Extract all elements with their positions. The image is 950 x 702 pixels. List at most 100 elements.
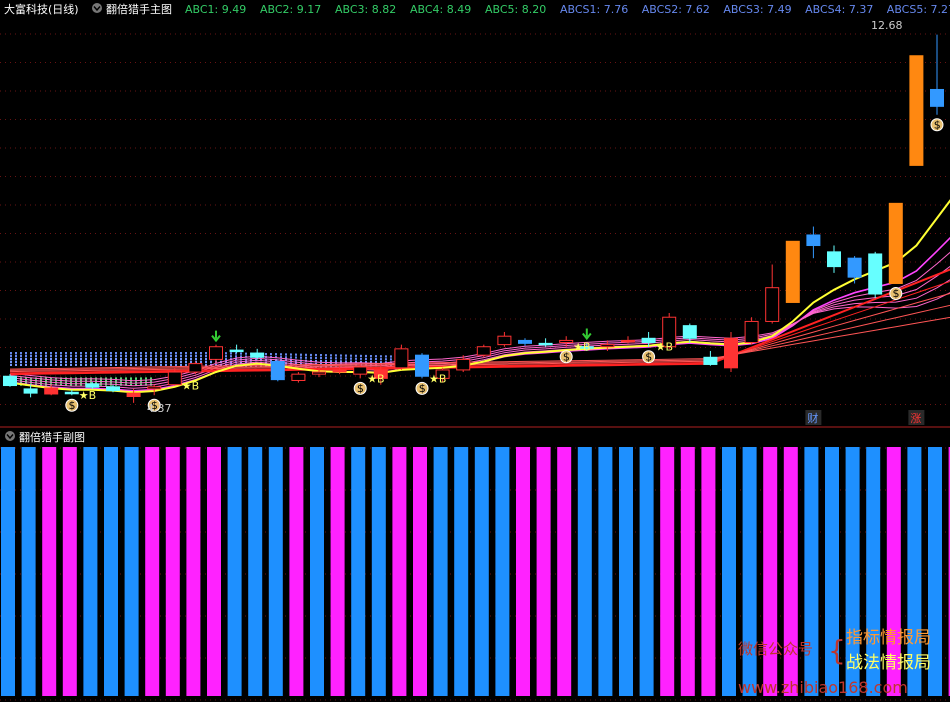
sub-bar: [680, 447, 695, 696]
candle-body: [682, 325, 697, 339]
watermark-url: www.zhibiao168.com: [738, 678, 908, 697]
watermark-brace: {: [828, 634, 846, 667]
indicator-title: 翻倍猎手主图: [106, 2, 172, 16]
sub-bar: [454, 447, 469, 696]
readout-6: ABCS2: 7.62: [642, 3, 710, 16]
sub-bar: [227, 447, 242, 696]
candle-body: [930, 88, 944, 107]
candle-body: [3, 375, 17, 387]
tag-label: 涨: [910, 412, 921, 425]
tag-label: 财: [807, 411, 818, 425]
candle-body: [270, 361, 285, 381]
candle-body: [456, 358, 471, 371]
candle-body: [476, 346, 491, 356]
sub-bar: [619, 447, 633, 696]
candle-body: [641, 337, 656, 344]
candle-body: [85, 383, 100, 388]
buy-signal-label: ★B: [573, 341, 590, 354]
sub-bar: [42, 447, 57, 696]
candle-body: [909, 55, 924, 166]
candle-body: [147, 386, 162, 390]
dollar-sign: $: [69, 399, 76, 412]
candle-body: [23, 388, 38, 394]
red-ma-line: [9, 280, 950, 374]
readout-9: ABCS5: 7.27: [887, 3, 950, 16]
ma-fan-lines: [9, 199, 950, 394]
sub-bar: [516, 447, 530, 696]
dollar-sign: $: [934, 118, 941, 131]
sub-bar: [722, 447, 736, 696]
sub-bar: [310, 447, 324, 696]
sub-bar: [660, 447, 675, 696]
sub-bar: [207, 447, 221, 696]
readout-7: ABCS3: 7.49: [723, 3, 791, 16]
dollar-sign: $: [563, 350, 570, 363]
dollar-sign: $: [893, 287, 900, 300]
buy-signal-label: ★B: [182, 380, 199, 393]
buy-signal-label: ★B: [79, 389, 96, 402]
candle-body: [353, 366, 368, 375]
candle-body: [538, 342, 553, 346]
candle-body: [559, 339, 574, 344]
candle-body: [44, 387, 59, 395]
candle-body: [167, 371, 182, 386]
sub-bar: [433, 447, 448, 696]
sub-bar: [577, 447, 592, 696]
candle-body: [744, 320, 759, 344]
sub-bar: [268, 447, 283, 696]
high-price-label: 12.68: [871, 19, 903, 32]
candle-body: [497, 335, 512, 346]
sub-bar: [1, 447, 15, 696]
readout-8: ABCS4: 7.37: [805, 3, 873, 16]
stock-name: 大富科技(日线): [4, 2, 79, 16]
sub-bar: [248, 447, 263, 696]
sub-bar: [145, 447, 160, 696]
sub-bar: [639, 447, 654, 696]
sub-bar: [330, 447, 345, 696]
candle-body: [394, 348, 409, 369]
sub-bar: [351, 447, 366, 696]
candle-body: [64, 391, 79, 395]
candle-body: [847, 257, 862, 278]
sub-bar: [474, 447, 489, 696]
sub-bar: [186, 447, 201, 696]
bottom-tags: 财涨榜: [805, 410, 925, 425]
sub-bars: [1, 447, 950, 696]
dollar-sign: $: [357, 382, 364, 395]
sub-bar: [21, 447, 36, 696]
sub-bar: [495, 447, 510, 696]
collapse-icon-sub[interactable]: [5, 431, 15, 441]
sub-bar: [804, 447, 819, 696]
readout-5: ABCS1: 7.76: [560, 3, 628, 16]
candle-body: [724, 337, 738, 369]
candle-body: [600, 344, 615, 348]
dollar-sign: $: [645, 350, 652, 363]
candle-body: [312, 371, 326, 375]
sub-bar: [413, 447, 427, 696]
sub-bar: [392, 447, 407, 696]
readout-4: ABC5: 8.20: [485, 3, 546, 16]
readout-3: ABC4: 8.49: [410, 3, 471, 16]
readout-2: ABC3: 8.82: [335, 3, 396, 16]
green-arrow-icon: [211, 330, 221, 343]
low-price-label: 4.37: [147, 402, 172, 415]
candle-body: [806, 234, 821, 247]
sub-bar: [289, 447, 304, 696]
buy-signal-label: ★B: [367, 372, 384, 385]
green-arrow-icon: [582, 328, 592, 341]
buy-signal-label: ★B: [429, 372, 446, 385]
sub-bar: [104, 447, 118, 696]
sub-bar: [83, 447, 98, 696]
candle-body: [209, 346, 223, 360]
sub-bar: [701, 447, 716, 696]
collapse-icon-main[interactable]: [92, 3, 102, 13]
candle-body: [229, 349, 244, 353]
watermark-line1: 指标情报局: [846, 628, 931, 648]
buy-signal-label: ★B: [656, 341, 673, 354]
indicator-readouts: ABC1: 9.49 ABC2: 9.17 ABC3: 8.82 ABC4: 8.49…: [185, 3, 950, 16]
candle-body: [332, 369, 347, 373]
candle-body: [868, 253, 883, 295]
sub-bar: [124, 447, 139, 696]
sub-bar: [62, 447, 77, 696]
stock-chart: $ $$ $$ $$$★B★B★B ★B★B ★B 大富科技(日线) 翻倍猎手主图 ABC…: [0, 2, 950, 701]
